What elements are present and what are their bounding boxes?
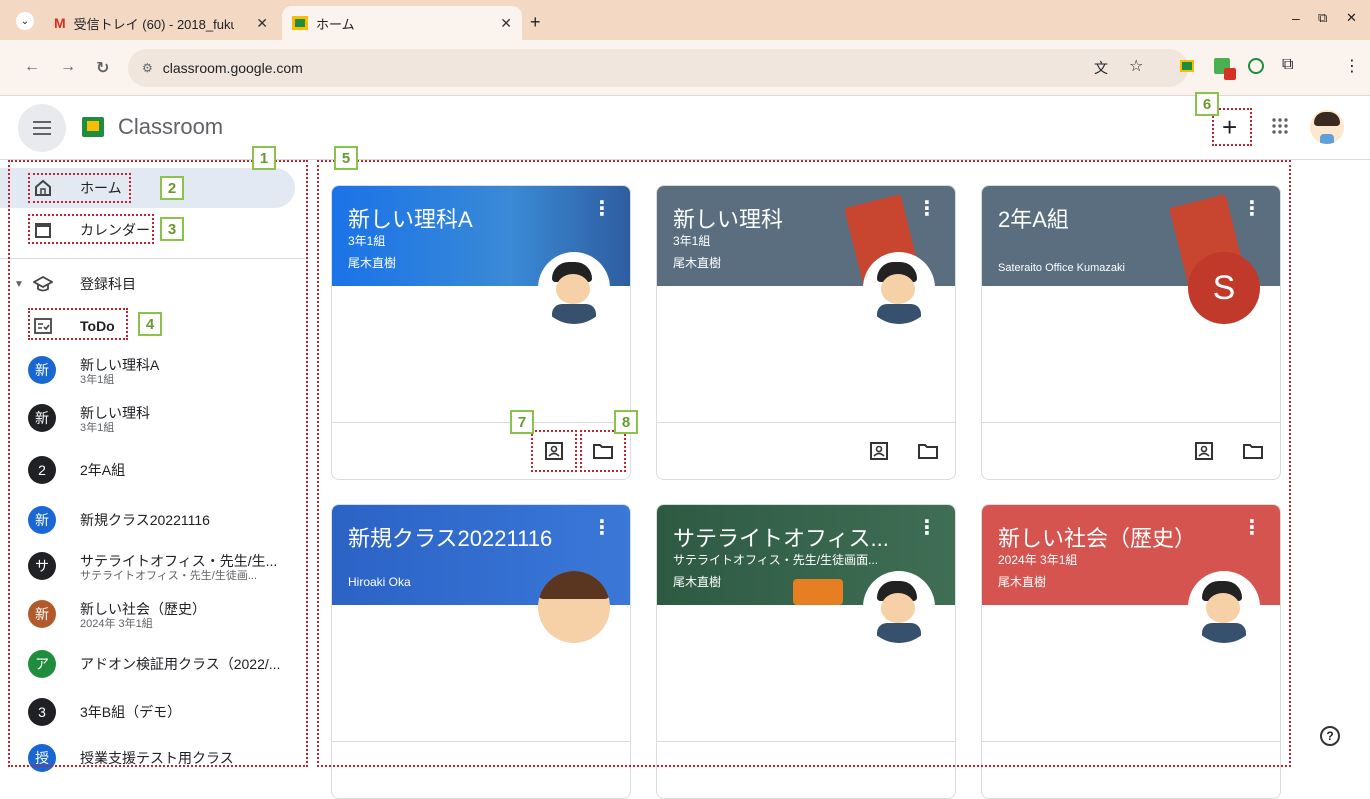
classroom-logo-icon [82, 117, 104, 137]
forward-arrow-icon[interactable]: → [60, 58, 76, 76]
annotation-label-5: 5 [334, 146, 358, 170]
annotation-box-home [28, 173, 131, 203]
back-arrow-icon[interactable]: ← [24, 58, 40, 76]
browser-toolbar: ← → ↻ ⚙ classroom.google.com 文 ☆ ⧉ ⋮ [0, 40, 1370, 96]
site-info-icon[interactable]: ⚙ [142, 61, 153, 75]
account-avatar[interactable] [1310, 110, 1344, 144]
app-header: Classroom + [0, 96, 1370, 160]
reload-icon[interactable]: ↻ [96, 58, 109, 78]
tab-classroom-label: ホーム [316, 16, 355, 32]
tab-gmail[interactable]: M 受信トレイ (60) - 2018_fukuc ✕ [44, 6, 278, 40]
tab-search-chevron-icon[interactable]: ⌄ [16, 12, 34, 30]
close-icon[interactable]: ✕ [500, 15, 512, 32]
annotation-box-sidebar [8, 160, 308, 767]
main-menu-button[interactable] [18, 104, 66, 152]
annotation-box-calendar [28, 214, 154, 244]
minimize-button[interactable]: – [1292, 10, 1300, 26]
annotation-box-cards [317, 160, 1291, 767]
extension-green-icon[interactable] [1248, 58, 1264, 74]
app-title[interactable]: Classroom [118, 114, 223, 140]
browser-menu-icon[interactable]: ⋮ [1344, 56, 1360, 76]
new-tab-button[interactable]: + [530, 12, 541, 33]
annotation-label-1: 1 [252, 146, 276, 170]
tab-gmail-label: 受信トレイ (60) - 2018_fukuc [73, 16, 234, 32]
annotation-label-6: 6 [1195, 92, 1219, 116]
extension-classroom-icon[interactable] [1180, 60, 1194, 72]
annotation-label-8: 8 [614, 410, 638, 434]
extension-badge-icon[interactable] [1214, 58, 1236, 80]
restore-button[interactable]: ⧉ [1318, 10, 1327, 26]
annotation-label-2: 2 [160, 176, 184, 200]
translate-icon[interactable]: 文 [1094, 58, 1108, 78]
annotation-box-folder [580, 430, 626, 472]
extensions-puzzle-icon[interactable]: ⧉ [1282, 56, 1293, 74]
close-window-button[interactable]: ✕ [1346, 10, 1357, 26]
gmail-icon: M [54, 15, 66, 31]
annotation-label-4: 4 [138, 312, 162, 336]
close-icon[interactable]: ✕ [256, 15, 268, 32]
tab-classroom[interactable]: ホーム ✕ [282, 6, 522, 40]
hamburger-icon [33, 121, 51, 135]
bookmark-star-icon[interactable]: ☆ [1129, 56, 1143, 76]
annotation-box-portfolio [531, 430, 577, 472]
classroom-icon [292, 16, 308, 30]
annotation-label-3: 3 [160, 217, 184, 241]
apps-grid-icon[interactable] [1272, 118, 1288, 139]
annotation-label-7: 7 [510, 410, 534, 434]
url-text: classroom.google.com [162, 60, 303, 76]
browser-tab-bar: ⌄ M 受信トレイ (60) - 2018_fukuc ✕ ホーム ✕ + – … [0, 0, 1370, 40]
help-icon[interactable]: ? [1320, 726, 1340, 746]
address-bar[interactable]: ⚙ classroom.google.com [128, 49, 1188, 87]
annotation-box-todo [28, 308, 128, 340]
